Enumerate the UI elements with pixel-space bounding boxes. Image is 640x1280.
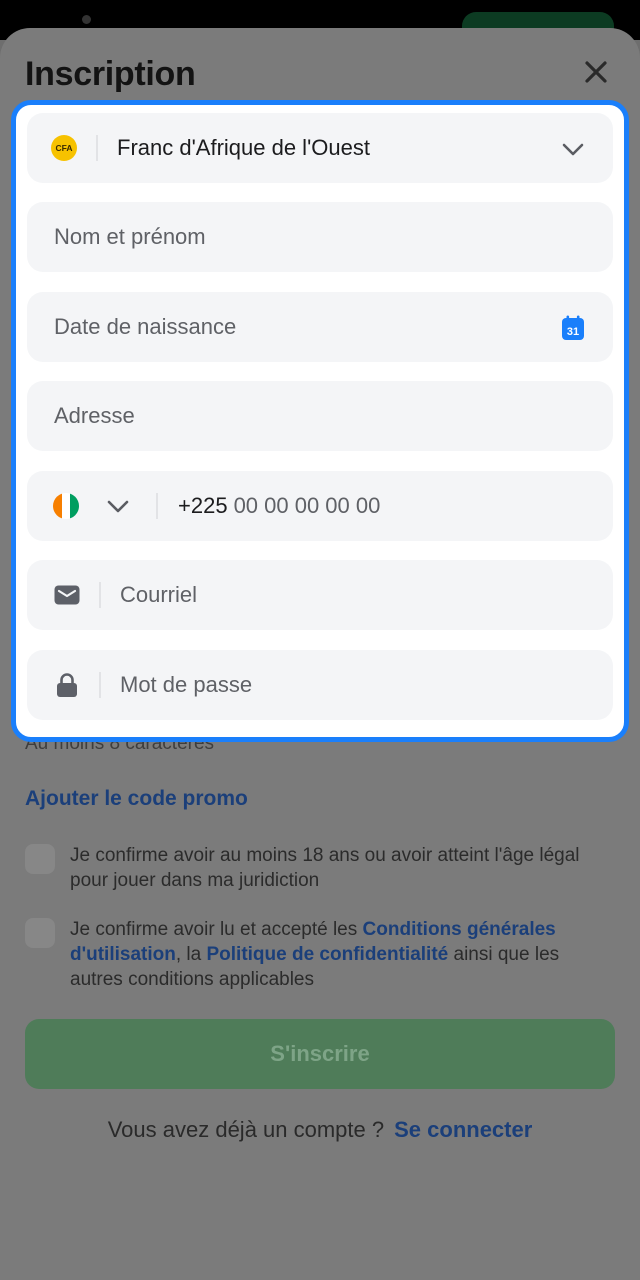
page-title: Inscription xyxy=(25,55,196,93)
calendar-day: 31 xyxy=(567,326,579,338)
age-consent-row: Je confirme avoir au moins 18 ans ou avo… xyxy=(25,843,615,893)
age-consent-checkbox[interactable] xyxy=(25,844,55,874)
divider xyxy=(99,672,101,698)
currency-select[interactable]: CFA Franc d'Afrique de l'Ouest xyxy=(27,113,613,183)
divider xyxy=(96,135,98,161)
birthdate-field[interactable]: Date de naissance 31 xyxy=(27,292,613,362)
terms-consent-checkbox[interactable] xyxy=(25,918,55,948)
ivory-coast-flag-icon xyxy=(53,493,79,519)
divider xyxy=(156,493,158,519)
terms-middle: , la xyxy=(175,944,207,965)
form-panel: CFA Franc d'Afrique de l'Ouest Nom et pr… xyxy=(11,100,629,742)
chevron-down-icon[interactable] xyxy=(106,494,130,518)
calendar-icon[interactable]: 31 xyxy=(561,315,585,341)
terms-prefix: Je confirme avoir lu et accepté les xyxy=(70,919,363,940)
address-placeholder: Adresse xyxy=(54,403,135,428)
close-icon[interactable] xyxy=(582,58,610,86)
login-prompt-row: Vous avez déjà un compte ? Se connecter xyxy=(0,1117,640,1143)
currency-label: Franc d'Afrique de l'Ouest xyxy=(117,135,370,160)
promo-code-link[interactable]: Ajouter le code promo xyxy=(25,787,248,811)
password-placeholder: Mot de passe xyxy=(120,672,253,697)
email-placeholder: Courriel xyxy=(120,582,198,607)
birthdate-placeholder: Date de naissance xyxy=(54,314,237,339)
chevron-down-icon xyxy=(561,137,585,161)
login-link[interactable]: Se connecter xyxy=(394,1117,532,1142)
age-consent-text: Je confirme avoir au moins 18 ans ou avo… xyxy=(70,845,580,891)
terms-consent-text: Je confirme avoir lu et accepté les Cond… xyxy=(70,917,615,992)
password-field[interactable]: Mot de passe xyxy=(27,650,613,720)
phone-field[interactable]: +225 00 00 00 00 00 xyxy=(27,471,613,541)
phone-country-code: +225 xyxy=(178,493,228,518)
name-field[interactable]: Nom et prénom xyxy=(27,202,613,272)
email-field[interactable]: Courriel xyxy=(27,560,613,630)
name-placeholder: Nom et prénom xyxy=(54,224,206,249)
divider xyxy=(99,582,101,608)
envelope-icon xyxy=(54,582,80,608)
currency-badge: CFA xyxy=(51,135,77,161)
submit-button[interactable]: S'inscrire xyxy=(25,1019,615,1089)
lock-icon xyxy=(54,672,80,698)
phone-placeholder: 00 00 00 00 00 xyxy=(233,493,381,518)
privacy-link[interactable]: Politique de confidentialité xyxy=(206,944,448,965)
login-prompt: Vous avez déjà un compte ? xyxy=(107,1117,385,1142)
camera-dot xyxy=(82,15,91,24)
terms-consent-row: Je confirme avoir lu et accepté les Cond… xyxy=(25,917,615,992)
address-field[interactable]: Adresse xyxy=(27,381,613,451)
